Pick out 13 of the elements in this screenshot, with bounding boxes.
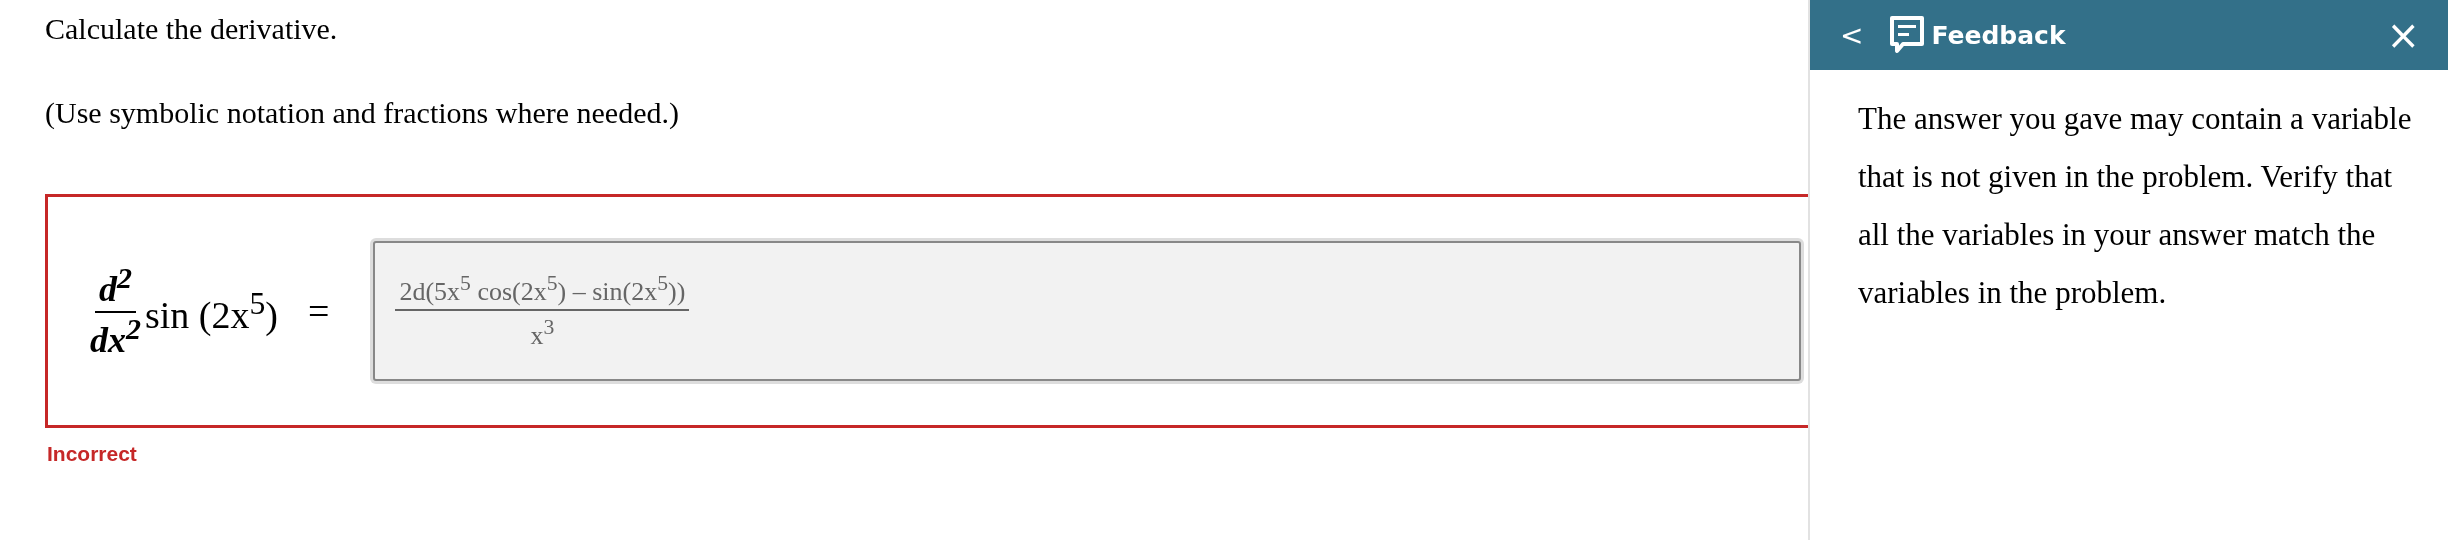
question-title: Calculate the derivative. bbox=[45, 12, 338, 46]
equals-sign: = bbox=[308, 289, 330, 333]
result-label: Incorrect bbox=[47, 442, 137, 466]
close-button[interactable]: × bbox=[2386, 12, 2420, 58]
answer-field[interactable]: 2d(5x$^{5}$ cos(2x$^{5}$) – sin(2x$^{5}$)) x$^{3}$ bbox=[373, 241, 1802, 381]
function-expression: sin (2x$^{5}$) bbox=[145, 285, 278, 337]
feedback-title: Feedback bbox=[1931, 20, 2066, 50]
instruction-text: (Use symbolic notation and fractions where needed.) bbox=[45, 96, 679, 130]
back-button[interactable]: < bbox=[1830, 18, 1874, 52]
fraction-numerator: d$^{2}$ bbox=[95, 262, 136, 313]
feedback-message: The answer you gave may contain a variable that is not given in the problem. Verify that all the variables in your answer match the variables in the problem. bbox=[1858, 100, 2413, 312]
fraction-denominator: dx$^{2}$ bbox=[90, 313, 141, 360]
comment-icon bbox=[1889, 15, 1926, 55]
